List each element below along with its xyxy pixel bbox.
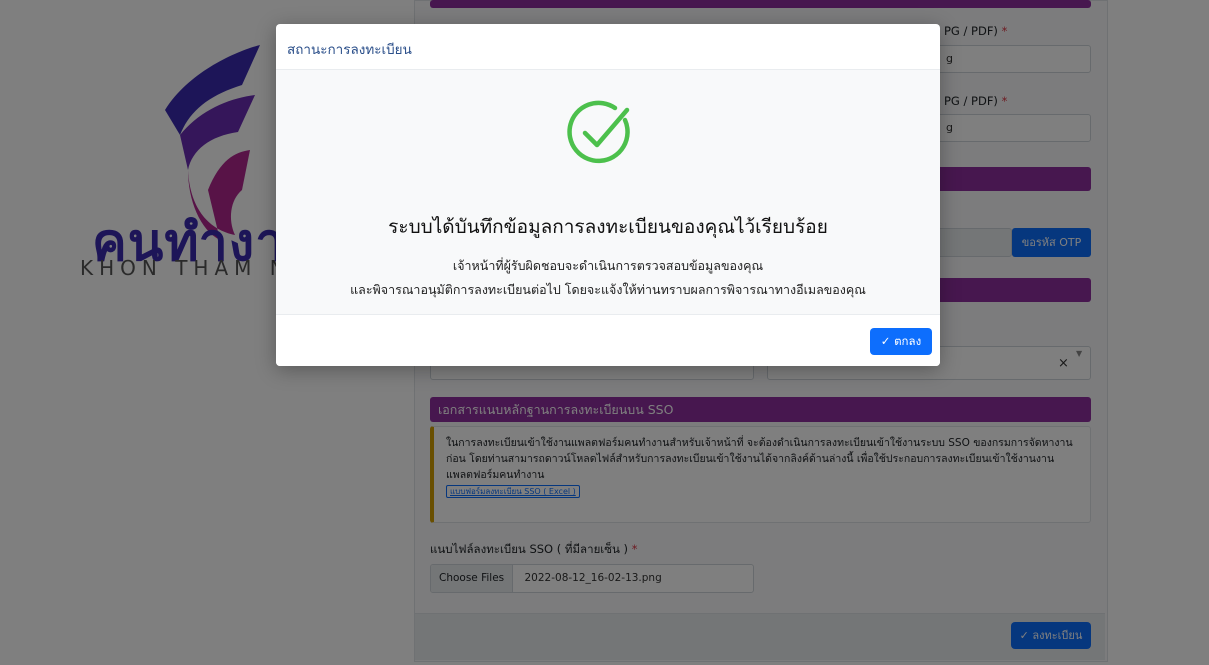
- modal-header: สถานะการลงทะเบียน: [276, 24, 940, 70]
- success-heading: ระบบได้บันทึกข้อมูลการลงทะเบียนของคุณไว้…: [388, 216, 828, 238]
- ok-button[interactable]: ✓ ตกลง: [870, 328, 932, 355]
- check-circle-icon: [567, 100, 630, 164]
- check-icon: ✓: [880, 334, 891, 348]
- success-message-line-2: และพิจารณาอนุมัติการลงทะเบียนต่อไป โดยจะ…: [350, 282, 866, 297]
- modal-footer: ✓ ตกลง: [276, 314, 940, 366]
- modal-body: ระบบได้บันทึกข้อมูลการลงทะเบียนของคุณไว้…: [276, 70, 940, 314]
- registration-status-modal: สถานะการลงทะเบียน ระบบได้บันทึกข้อมูลการ…: [276, 24, 940, 366]
- modal-title: สถานะการลงทะเบียน: [287, 42, 412, 58]
- success-message-line-1: เจ้าหน้าที่ผู้รับผิดชอบจะดำเนินการตรวจสอ…: [452, 258, 764, 273]
- ok-button-label: ตกลง: [894, 334, 922, 348]
